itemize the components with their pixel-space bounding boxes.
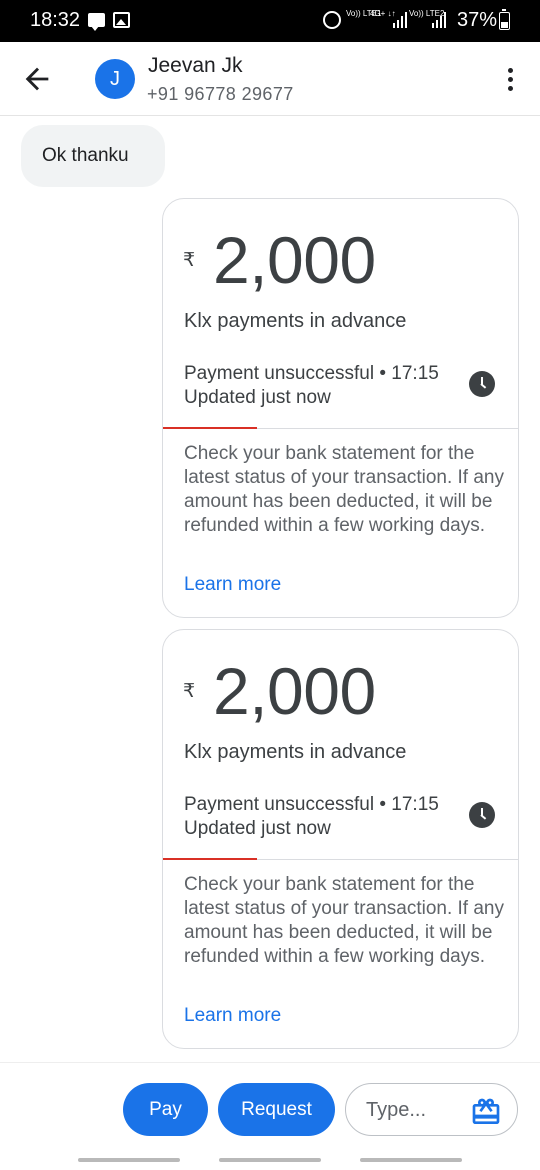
gift-icon[interactable] (470, 1096, 502, 1128)
clock-icon (469, 802, 495, 828)
currency-symbol: ₹ (183, 250, 196, 271)
contact-name: Jeevan Jk (148, 54, 243, 77)
status-indicator-bar (163, 858, 257, 860)
request-button[interactable]: Request (218, 1083, 335, 1136)
status-time: 18:32 (30, 9, 81, 31)
payment-updated: Updated just now (184, 818, 331, 839)
payment-note: Klx payments in advance (184, 310, 407, 332)
payment-amount: 2,000 (213, 223, 376, 297)
status-indicator-bar (163, 427, 257, 429)
clock-icon (469, 371, 495, 397)
arrow-left-icon (25, 67, 49, 91)
payment-note: Klx payments in advance (184, 741, 407, 763)
payment-status-line: Payment unsuccessful • 17:15 (184, 363, 439, 384)
more-vert-icon (508, 68, 513, 73)
payment-status: Payment unsuccessful • 17:15 Updated jus… (184, 793, 439, 841)
pay-button[interactable]: Pay (123, 1083, 208, 1136)
payment-amount: 2,000 (213, 654, 376, 728)
avatar[interactable]: J (95, 59, 135, 99)
currency-symbol: ₹ (183, 681, 196, 702)
nav-home[interactable] (219, 1158, 321, 1162)
conversation-header: J Jeevan Jk +91 96778 29677 (0, 42, 540, 116)
contact-phone: +91 96778 29677 (147, 84, 294, 104)
message-notification-icon (88, 13, 105, 31)
message-bubble[interactable]: Ok thanku (21, 125, 165, 187)
network-label-4g: 4G+ ↓↑ (370, 9, 396, 18)
battery-percent: 37% (457, 9, 498, 31)
status-bar: 18:32 Vo)) LTE1 4G+ ↓↑ Vo)) LTE2 37% (0, 0, 540, 42)
payment-status: Payment unsuccessful • 17:15 Updated jus… (184, 362, 439, 410)
payment-card[interactable]: ₹ 2,000 Klx payments in advance Payment … (162, 198, 519, 618)
message-input[interactable] (366, 1096, 466, 1124)
payment-status-line: Payment unsuccessful • 17:15 (184, 794, 439, 815)
learn-more-link[interactable]: Learn more (184, 1005, 281, 1027)
nav-back[interactable] (360, 1158, 462, 1162)
payment-updated: Updated just now (184, 387, 331, 408)
payment-info-text: Check your bank statement for the latest… (184, 874, 504, 967)
nav-recents[interactable] (78, 1158, 180, 1162)
compose-bar: Pay Request (0, 1062, 540, 1170)
payment-info-text: Check your bank statement for the latest… (184, 443, 504, 536)
alarm-icon (323, 11, 341, 29)
battery-icon (499, 9, 510, 30)
message-field[interactable] (345, 1083, 518, 1136)
image-notification-icon (113, 12, 130, 28)
signal-icon (393, 12, 407, 28)
more-options-button[interactable] (500, 64, 522, 96)
learn-more-link[interactable]: Learn more (184, 574, 281, 596)
payment-card[interactable]: ₹ 2,000 Klx payments in advance Payment … (162, 629, 519, 1049)
back-button[interactable] (20, 62, 54, 96)
signal-icon (432, 12, 446, 28)
